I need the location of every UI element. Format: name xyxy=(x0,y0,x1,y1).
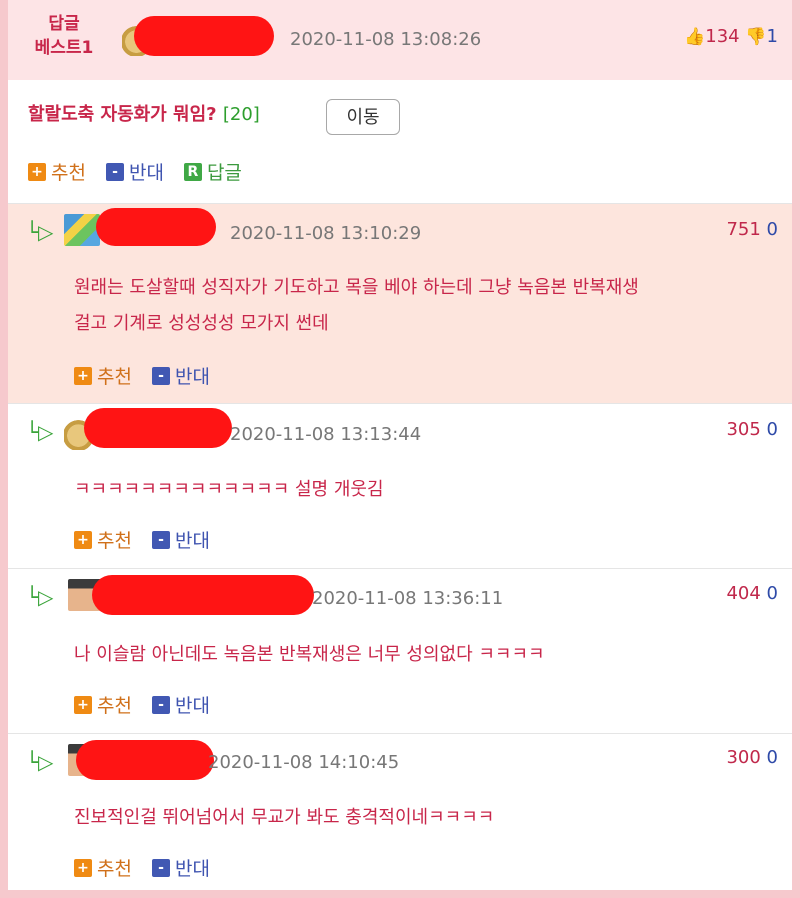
post-title-row: 할랄도축 자동화가 뭐임? [20] xyxy=(28,100,260,126)
post-title[interactable]: 할랄도축 자동화가 뭐임? xyxy=(28,104,217,125)
comment-item: └▷ 2020-11-08 13:13:44 305 0 ㅋㅋㅋㅋㅋㅋㅋㅋㅋㅋㅋ… xyxy=(8,403,792,568)
oppose-button[interactable]: - 반대 xyxy=(151,691,210,718)
comment-count: [20] xyxy=(222,104,260,125)
reply-arrow-icon: └▷ xyxy=(26,220,54,244)
recommend-button[interactable]: + 추천 xyxy=(74,362,132,389)
thumbs-up-icon[interactable]: 👍 xyxy=(684,27,705,47)
bottom-border xyxy=(8,890,792,898)
minus-icon: - xyxy=(105,162,124,181)
comment-item: └▷ 2020-11-08 13:36:11 404 0 나 이슬람 아닌데도 … xyxy=(8,568,792,733)
comment-text: 진보적인걸 뛰어넘어서 무교가 봐도 충격적이네ㅋㅋㅋㅋ xyxy=(74,807,495,828)
minus-icon: - xyxy=(151,366,170,385)
upvote-count: 300 xyxy=(726,747,761,768)
comment-item: └▷ 2020-11-08 14:10:45 300 0 진보적인걸 뛰어넘어서… xyxy=(8,733,792,890)
recommend-button[interactable]: + 추천 xyxy=(28,158,86,185)
comment-actions: + 추천 - 반대 xyxy=(74,691,210,718)
comment-timestamp: 2020-11-08 13:13:44 xyxy=(230,424,422,445)
reply-arrow-icon: └▷ xyxy=(26,420,54,444)
downvote-count: 1 xyxy=(766,26,778,47)
upvote-count: 751 xyxy=(726,219,761,240)
comment-text: 원래는 도살할때 성직자가 기도하고 목을 베야 하는데 그냥 녹음본 반복재생… xyxy=(74,277,639,334)
comment-item: └▷ 2020-11-08 13:10:29 751 0 원래는 도살할때 성직… xyxy=(8,203,792,403)
post-actions: + 추천 - 반대 R 답글 xyxy=(28,158,242,185)
plus-icon: + xyxy=(74,366,92,385)
recommend-button[interactable]: + 추천 xyxy=(74,526,132,553)
plus-icon: + xyxy=(74,695,92,714)
best-votes: 👍134 👎1 xyxy=(660,26,778,48)
reply-icon: R xyxy=(183,162,202,181)
comment-actions: + 추천 - 반대 xyxy=(74,362,210,389)
move-button[interactable]: 이동 xyxy=(326,99,400,135)
comment-votes: 751 0 xyxy=(678,219,778,241)
minus-icon: - xyxy=(151,695,170,714)
redacted-username xyxy=(84,408,232,448)
comment-votes: 300 0 xyxy=(678,747,778,769)
recommend-button[interactable]: + 추천 xyxy=(74,854,132,881)
comment-votes: 404 0 xyxy=(678,583,778,605)
downvote-count: 0 xyxy=(766,583,778,604)
minus-icon: - xyxy=(151,858,170,877)
best-label-line1: 답글 xyxy=(48,14,80,34)
oppose-button[interactable]: - 반대 xyxy=(151,362,210,389)
thumbs-down-icon[interactable]: 👎 xyxy=(745,27,766,47)
comment-timestamp: 2020-11-08 13:10:29 xyxy=(230,223,422,244)
comment-actions: + 추천 - 반대 xyxy=(74,526,210,553)
reply-arrow-icon: └▷ xyxy=(26,750,54,774)
downvote-count: 0 xyxy=(766,747,778,768)
recommend-button[interactable]: + 추천 xyxy=(74,691,132,718)
upvote-count: 134 xyxy=(705,26,740,47)
post-timestamp: 2020-11-08 13:08:26 xyxy=(290,29,482,50)
comment-text: ㅋㅋㅋㅋㅋㅋㅋㅋㅋㅋㅋㅋㅋ 설명 개웃김 xyxy=(74,479,384,500)
redacted-username xyxy=(76,740,214,780)
redacted-username xyxy=(134,16,274,56)
upvote-count: 404 xyxy=(726,583,761,604)
minus-icon: - xyxy=(151,530,170,549)
upvote-count: 305 xyxy=(726,419,761,440)
comment-timestamp: 2020-11-08 14:10:45 xyxy=(208,752,400,773)
comment-votes: 305 0 xyxy=(678,419,778,441)
best-label-line2: 베스트1 xyxy=(34,38,94,58)
downvote-count: 0 xyxy=(766,219,778,240)
avatar xyxy=(64,214,100,246)
redacted-username xyxy=(96,208,216,246)
plus-icon: + xyxy=(28,162,46,181)
reply-arrow-icon: └▷ xyxy=(26,585,54,609)
plus-icon: + xyxy=(74,858,92,877)
oppose-button[interactable]: - 반대 xyxy=(151,854,210,881)
reply-button[interactable]: R 답글 xyxy=(183,158,242,185)
comment-timestamp: 2020-11-08 13:36:11 xyxy=(312,588,504,609)
oppose-button[interactable]: - 반대 xyxy=(151,526,210,553)
best-reply-badge: 답글 베스트1 xyxy=(28,12,100,60)
downvote-count: 0 xyxy=(766,419,778,440)
comment-text: 나 이슬람 아닌데도 녹음본 반복재생은 너무 성의없다 ㅋㅋㅋㅋ xyxy=(74,644,545,665)
redacted-username xyxy=(92,575,314,615)
plus-icon: + xyxy=(74,530,92,549)
comment-actions: + 추천 - 반대 xyxy=(74,854,210,881)
oppose-button[interactable]: - 반대 xyxy=(105,158,164,185)
